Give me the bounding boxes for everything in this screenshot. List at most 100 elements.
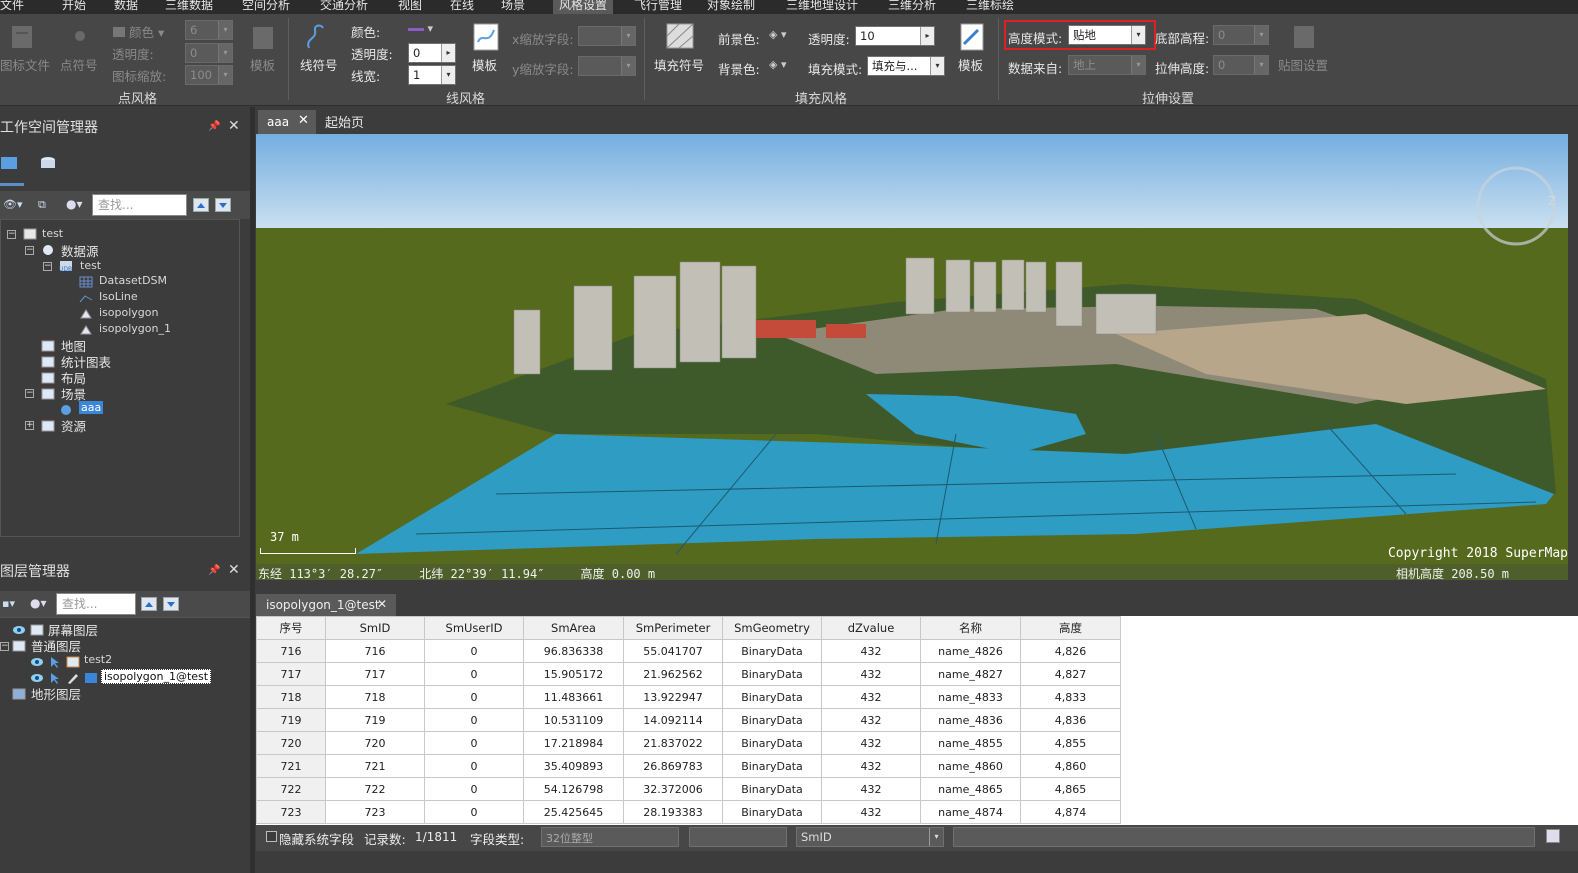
column-header[interactable]: SmGeometry (722, 616, 822, 640)
menu-13[interactable]: 三维分析 (888, 0, 936, 14)
expression-input[interactable] (953, 827, 1535, 847)
menu-10[interactable]: 飞行管理 (634, 0, 682, 14)
table-cell[interactable]: 0 (424, 777, 524, 801)
line-symbol-button[interactable]: 线符号 (300, 55, 338, 74)
table-cell[interactable]: 718 (256, 685, 326, 709)
search-up-button[interactable] (141, 597, 157, 611)
menu-1[interactable]: 开始 (62, 0, 86, 14)
table-row[interactable]: 720 720 0 17.218984 21.837022 BinaryData 432 na… (256, 731, 1121, 755)
tab-attribute-table[interactable]: isopolygon_1@test ✕ (256, 594, 396, 616)
table-cell[interactable]: 0 (424, 800, 524, 824)
table-cell[interactable]: 35.409893 (523, 754, 624, 778)
data-source-select[interactable]: 地上 ▾ (1068, 55, 1146, 75)
line-template-button[interactable]: 模板 (472, 55, 497, 74)
column-header[interactable]: 名称 (920, 616, 1021, 640)
table-cell[interactable]: BinaryData (722, 685, 822, 709)
menu-8[interactable]: 场景 (501, 0, 525, 14)
table-cell[interactable]: 15.905172 (523, 662, 624, 686)
table-cell[interactable]: 721 (256, 754, 326, 778)
table-cell[interactable]: 0 (424, 754, 524, 778)
pin-icon[interactable]: 📌 (208, 121, 220, 132)
table-cell[interactable]: 96.836338 (523, 639, 624, 663)
table-cell[interactable]: 13.922947 (623, 685, 723, 709)
collapse-icon[interactable]: − (43, 262, 52, 271)
tab-aaa[interactable]: aaa ✕ (258, 110, 316, 134)
table-row[interactable]: 717 717 0 15.905172 21.962562 BinaryData 432 na… (256, 662, 1121, 686)
column-header[interactable]: 高度 (1020, 616, 1121, 640)
table-cell[interactable]: 4,836 (1020, 708, 1121, 732)
table-cell[interactable]: 722 (256, 777, 326, 801)
tree-ds-item[interactable]: isopolygon_1 (99, 322, 171, 335)
table-cell[interactable]: 719 (256, 708, 326, 732)
close-icon[interactable]: ✕ (298, 113, 309, 128)
layer-normal[interactable]: 普通图层 (31, 636, 81, 655)
table-cell[interactable]: name_4833 (920, 685, 1021, 709)
collapse-icon[interactable]: − (25, 246, 34, 255)
table-cell[interactable]: name_4826 (920, 639, 1021, 663)
expand-icon[interactable]: + (25, 421, 34, 430)
extrude-height-field[interactable]: 0 ▾ (1213, 55, 1269, 75)
column-header[interactable]: SmID (325, 616, 425, 640)
scene-viewport[interactable]: 37 m Copyright 2018 SuperMap Z (256, 134, 1568, 580)
table-cell[interactable]: name_4865 (920, 777, 1021, 801)
close-icon[interactable]: ✕ (377, 597, 387, 611)
layer-view-dropdown-icon[interactable]: ▪▾ (2, 597, 15, 610)
table-row[interactable]: 719 719 0 10.531109 14.092114 BinaryData 432 na… (256, 708, 1121, 732)
table-cell[interactable]: 723 (256, 800, 326, 824)
workspace-view-icon[interactable] (0, 155, 20, 173)
y-scale-field[interactable]: ▾ (578, 56, 636, 76)
database-icon[interactable] (38, 155, 58, 173)
table-cell[interactable]: 721 (325, 754, 425, 778)
table-cell[interactable]: BinaryData (722, 639, 822, 663)
line-color-picker[interactable]: ▾ (408, 22, 433, 35)
filter-icon[interactable]: ●▾ (30, 596, 47, 610)
table-cell[interactable]: 55.041707 (623, 639, 723, 663)
collapse-icon[interactable]: − (0, 642, 9, 651)
x-scale-field[interactable]: ▾ (578, 26, 636, 46)
grid-toggle-icon[interactable] (1546, 829, 1560, 843)
column-header[interactable]: SmArea (523, 616, 624, 640)
table-row[interactable]: 718 718 0 11.483661 13.922947 BinaryData 432 na… (256, 685, 1121, 709)
table-cell[interactable]: 717 (256, 662, 326, 686)
menu-0[interactable]: 文件 (0, 0, 24, 14)
splitter[interactable] (250, 107, 255, 873)
point-color-label[interactable]: 颜色 ▾ (113, 22, 164, 41)
table-cell[interactable]: name_4860 (920, 754, 1021, 778)
menu-14[interactable]: 三维标绘 (966, 0, 1014, 14)
table-cell[interactable]: 10.531109 (523, 708, 624, 732)
layer-item[interactable]: test2 (84, 653, 112, 666)
field-type-field[interactable]: 32位整型 (541, 827, 679, 847)
point-scale-field[interactable]: 100 ▾ (185, 65, 233, 85)
table-cell[interactable]: BinaryData (722, 754, 822, 778)
select-arrow-icon[interactable] (48, 672, 62, 684)
table-cell[interactable]: BinaryData (722, 800, 822, 824)
base-height-field[interactable]: 0 ▾ (1213, 25, 1269, 45)
field-select[interactable]: SmID ▾ (796, 827, 944, 847)
table-cell[interactable]: 722 (325, 777, 425, 801)
table-cell[interactable]: name_4827 (920, 662, 1021, 686)
point-color-field[interactable]: 6 ▾ (185, 20, 233, 40)
layer-terrain[interactable]: 地形图层 (31, 684, 81, 703)
search-down-button[interactable] (215, 198, 231, 212)
menu-9[interactable]: 风格设置 (553, 0, 614, 14)
table-cell[interactable]: 17.218984 (523, 731, 624, 755)
pin-icon[interactable]: 📌 (208, 565, 220, 576)
menu-2[interactable]: 数据 (114, 0, 138, 14)
table-row[interactable]: 723 723 0 25.425645 28.193383 BinaryData 432 na… (256, 800, 1121, 824)
icon-file-button[interactable]: 图标文件 (0, 55, 50, 74)
table-cell[interactable]: 723 (325, 800, 425, 824)
line-opacity-field[interactable]: 0 ▸ (408, 43, 456, 63)
eye-icon[interactable] (30, 656, 44, 668)
workspace-search-input[interactable]: 查找... (92, 194, 187, 216)
table-cell[interactable]: 0 (424, 685, 524, 709)
table-cell[interactable]: 432 (821, 662, 921, 686)
edit-pencil-icon[interactable] (66, 672, 80, 684)
search-down-button[interactable] (163, 597, 179, 611)
copy-icon[interactable]: ⧉ (38, 198, 46, 212)
table-cell[interactable]: 21.837022 (623, 731, 723, 755)
table-cell[interactable]: 720 (325, 731, 425, 755)
tab-start-page[interactable]: 起始页 (325, 112, 364, 131)
table-row[interactable]: 716 716 0 96.836338 55.041707 BinaryData 432 na… (256, 639, 1121, 663)
table-cell[interactable]: 717 (325, 662, 425, 686)
table-cell[interactable]: name_4855 (920, 731, 1021, 755)
